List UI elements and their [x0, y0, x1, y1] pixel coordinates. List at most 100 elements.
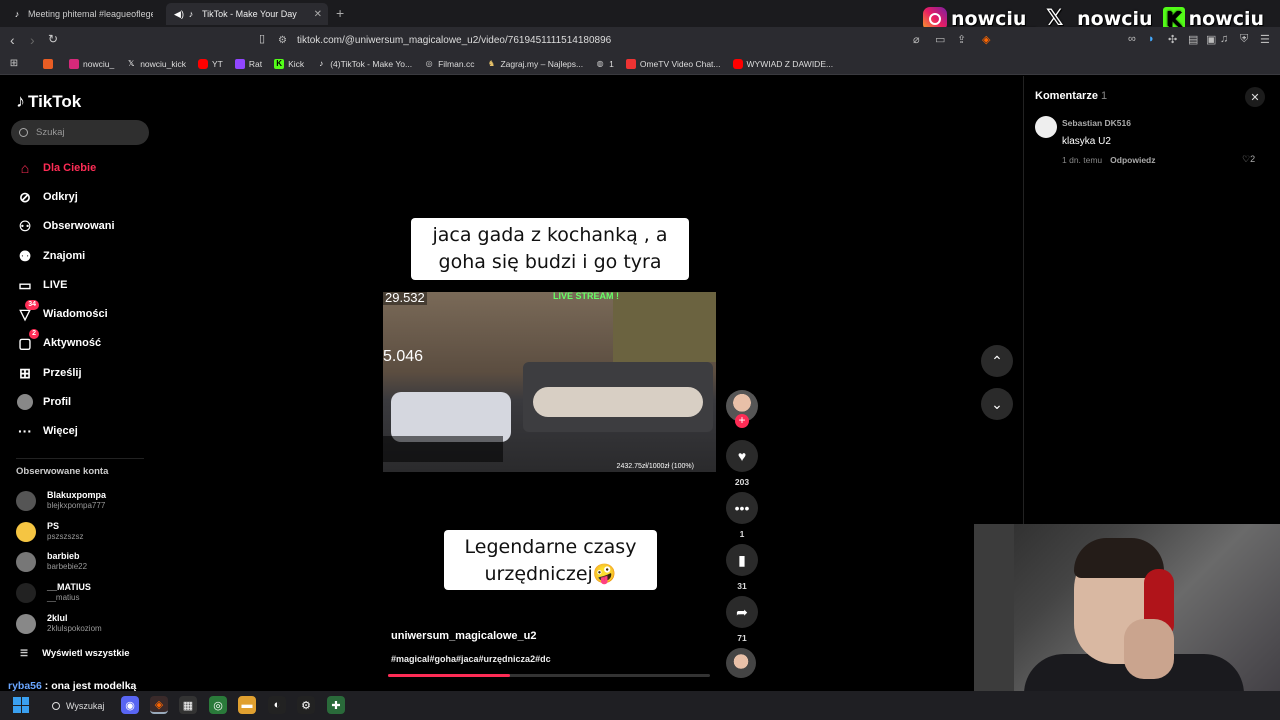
address-bar-row: ‹ › ↻ ▯ ⚙ tiktok.com/@uniwersum_magicalo… — [0, 27, 1280, 53]
avatar — [16, 521, 36, 542]
tab-meeting[interactable]: ♪ Meeting phitemal #leagueoflegends — [4, 3, 164, 25]
bookmark-nowciu-kick[interactable]: 𝕏nowciu_kick — [126, 59, 186, 69]
extensions-icon[interactable]: ✣ — [1168, 33, 1177, 46]
heart-outline-icon: ♡ — [1242, 154, 1251, 164]
discord-icon[interactable]: ◉ — [121, 696, 139, 714]
bookmark-zagraj[interactable]: ♞ Zagraj.my – Najleps... — [486, 59, 583, 69]
file-explorer-icon[interactable]: ▬ — [238, 696, 256, 714]
music-disc[interactable] — [726, 648, 756, 678]
share-button[interactable]: ➦ 71 — [726, 596, 758, 643]
windows-taskbar: Wyszukaj ◉ ◈ ▦ ◎ ▬ ◐ ⚙ ✚ — [0, 691, 1280, 720]
nav-wiecej[interactable]: ··· Więcej — [16, 422, 78, 440]
tiktok-logo[interactable]: ♪ TikTok — [16, 91, 81, 112]
close-comments-button[interactable]: ✕ — [1245, 87, 1265, 107]
reply-button[interactable]: Odpowiedz — [1110, 155, 1155, 165]
person-lying — [533, 387, 703, 417]
sidebar-icon[interactable]: ▤ — [1188, 33, 1198, 46]
nav-label: Odkryj — [43, 191, 78, 203]
account-name: Blakuxpompa — [47, 490, 107, 500]
save-button[interactable]: ▮ 31 — [726, 544, 758, 591]
comment-meta: 1 dn. temu Odpowiedz — [1062, 155, 1156, 165]
video-player[interactable]: jaca gada z kochanką , a goha się budzi … — [382, 206, 716, 678]
next-video-button[interactable]: ⌄ — [981, 388, 1013, 420]
search-input[interactable]: Szukaj — [11, 120, 149, 145]
forward-icon[interactable]: › — [30, 32, 35, 48]
vpn-icon[interactable]: ⛨ — [1240, 33, 1248, 46]
close-tab-icon[interactable]: ✕ — [314, 9, 322, 20]
account-handle: 2klulspokoziom — [47, 624, 102, 633]
share-icon[interactable]: ⇪ — [957, 33, 966, 46]
mute-icon[interactable]: ⌀ — [913, 33, 920, 46]
followed-account[interactable]: PS pszszszsz — [16, 521, 83, 542]
start-button[interactable] — [13, 697, 29, 713]
comment-like-button[interactable]: ♡2 — [1242, 154, 1255, 165]
brave-icon[interactable]: ◈ — [150, 696, 168, 714]
bookmark-nowciu[interactable]: nowciu_ — [69, 58, 114, 69]
nav-profil[interactable]: Profil — [16, 393, 71, 411]
account-handle: barbebie22 — [47, 562, 88, 571]
nav-odkryj[interactable]: ⊘ Odkryj — [16, 188, 78, 206]
followed-account[interactable]: Blakuxpompa blejkxpompa777 — [16, 490, 106, 511]
obs-icon[interactable]: ◐ — [268, 696, 286, 714]
avatar[interactable] — [1035, 116, 1057, 138]
bookmark-label: Filman.cc — [438, 58, 475, 69]
streamer-hand — [1124, 619, 1174, 679]
followed-account[interactable]: barbieb barbebie22 — [16, 551, 87, 572]
video-author[interactable]: uniwersum_magicalowe_u2 — [391, 630, 537, 642]
nav-wiadomosci[interactable]: ▽ 34 Wiadomości — [16, 300, 108, 323]
music-icon[interactable]: ♫ — [1220, 33, 1228, 45]
game-icon[interactable]: ✚ — [327, 696, 345, 714]
bookmark-wywiad[interactable]: WYWIAD Z DAWIDE... — [732, 58, 833, 69]
comment-button[interactable]: ••• 1 — [726, 492, 758, 539]
tiktok-icon: ♪ — [16, 91, 25, 111]
bookmark-tiktok[interactable]: ♪ (4)TikTok - Make Yo... — [316, 59, 412, 69]
follow-button[interactable]: + — [735, 414, 749, 428]
nav-live[interactable]: ▭ LIVE — [16, 276, 67, 294]
bookmark-folder-icon[interactable] — [43, 58, 57, 69]
nav-znajomi[interactable]: ⚉ Znajomi — [16, 247, 85, 265]
app-icon[interactable]: ▦ — [179, 696, 197, 714]
comment-user[interactable]: Sebastian DK516 — [1062, 118, 1131, 128]
nav-obserwowani[interactable]: ⚇ Obserwowani — [16, 217, 115, 235]
like-button[interactable]: ♥ 203 — [726, 440, 758, 487]
back-icon[interactable]: ‹ — [10, 32, 15, 48]
followed-account[interactable]: 2klul 2klulspokoziom — [16, 613, 102, 634]
video-hashtags[interactable]: #magical#goha#jaca#urzędnicza2#dc — [391, 654, 551, 664]
nav-dla-ciebie[interactable]: ⌂ Dla Ciebie — [16, 159, 96, 177]
audio-icon[interactable]: ◗ — [1148, 33, 1155, 45]
steam-icon[interactable]: ⚙ — [297, 696, 315, 714]
brave-shield-icon[interactable]: ◈ — [982, 33, 990, 46]
wallet-icon[interactable]: ▣ — [1206, 33, 1216, 46]
bookmark-yt[interactable]: YT — [198, 58, 223, 69]
previous-video-button[interactable]: ⌃ — [981, 345, 1013, 377]
menu-icon[interactable]: ☰ — [1260, 33, 1270, 46]
friends-icon: ⚉ — [18, 247, 32, 264]
bookmark-ometv[interactable]: OmeTV Video Chat... — [625, 58, 721, 69]
nav-aktywnosc[interactable]: ▢ 2 Aktywność — [16, 329, 101, 352]
bookmark-icon[interactable]: ▯ — [259, 32, 265, 45]
reload-icon[interactable]: ↻ — [48, 32, 58, 46]
apps-icon[interactable]: ⊞ — [9, 58, 23, 69]
show-all-button[interactable]: ☰ Wyświetl wszystkie — [20, 648, 130, 659]
new-tab-button[interactable]: + — [336, 5, 344, 21]
bookmark-rat[interactable]: Rat — [234, 58, 263, 69]
nav-przeslij[interactable]: ⊞ Prześlij — [16, 364, 81, 382]
account-name: PS — [47, 521, 60, 531]
bookmark-kick[interactable]: K Kick — [274, 58, 304, 69]
account-name: 2klul — [47, 613, 68, 623]
site-info-icon[interactable]: ⚙ — [278, 35, 287, 46]
bookmark-filman[interactable]: ◎ Filman.cc — [424, 58, 475, 69]
chrome-icon[interactable]: ◎ — [209, 696, 227, 714]
video-progress-bar[interactable] — [388, 674, 710, 677]
bookmark-1[interactable]: ◍ 1 — [595, 59, 614, 69]
followed-account[interactable]: __MATIUS __matius — [16, 582, 91, 603]
picture-in-picture-icon[interactable]: ▭ — [935, 33, 945, 46]
bookmark-label: Rat — [248, 58, 263, 69]
instagram-icon — [69, 58, 79, 69]
account-handle: pszszszsz — [47, 532, 84, 541]
taskbar-search[interactable]: Wyszukaj — [40, 695, 118, 716]
url-field[interactable]: ⚙ tiktok.com/@uniwersum_magicalowe_u2/vi… — [278, 30, 998, 50]
extension-icon[interactable]: ∞ — [1128, 33, 1136, 45]
tab-tiktok[interactable]: ◀) ♪ TikTok - Make Your Day ✕ — [166, 3, 328, 25]
like-count: 203 — [734, 477, 750, 487]
